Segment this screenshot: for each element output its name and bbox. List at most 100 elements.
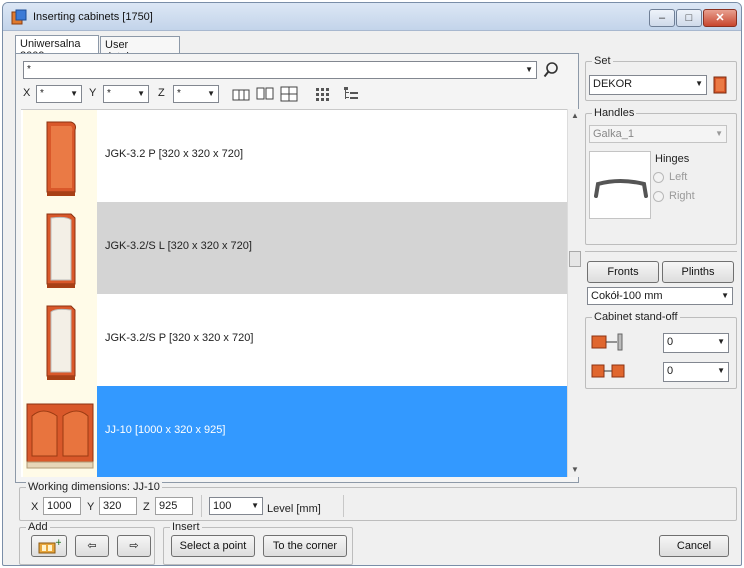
- double-door-cabinet-image: [26, 403, 94, 469]
- handle-preview: [589, 151, 651, 219]
- catalog-filter-combo[interactable]: * ▼: [23, 61, 537, 79]
- plinth-value: Cokół-100 mm: [591, 290, 663, 302]
- corner-cabinet-image: [46, 213, 76, 288]
- standoff-cabinet-combo[interactable]: 0 ▼: [663, 362, 729, 382]
- plinths-button[interactable]: Plinths: [662, 261, 734, 283]
- chevron-down-icon: ▼: [251, 501, 259, 510]
- window-title: Inserting cabinets [1750]: [33, 11, 153, 23]
- maximize-button[interactable]: □: [676, 9, 702, 27]
- working-x-label: X: [31, 501, 39, 513]
- chevron-down-icon: ▼: [695, 79, 703, 88]
- add-group-title: Add: [26, 521, 50, 533]
- to-corner-button[interactable]: To the corner: [263, 535, 347, 557]
- close-icon: ✕: [715, 12, 725, 24]
- minimize-button[interactable]: –: [649, 9, 675, 27]
- working-y-input[interactable]: 320: [99, 497, 137, 515]
- cabinet-list[interactable]: JGK-3.2 P [320 x 320 x 720] JGK-3.2/S L …: [21, 109, 567, 477]
- scroll-up-icon[interactable]: ▲: [568, 109, 582, 123]
- tree-view-icon[interactable]: [341, 85, 361, 103]
- chevron-down-icon: ▼: [717, 337, 725, 346]
- fronts-button[interactable]: Fronts: [587, 261, 659, 283]
- set-combo[interactable]: DEKOR ▼: [589, 75, 707, 95]
- list-item[interactable]: JGK-3.2 P [320 x 320 x 720]: [21, 110, 567, 202]
- chevron-down-icon: ▼: [70, 89, 78, 98]
- chevron-down-icon: ▼: [137, 89, 145, 98]
- cabinet-thumbnail: [23, 294, 97, 386]
- view-cabinets-icon[interactable]: [231, 85, 251, 103]
- list-item[interactable]: JGK-3.2/S L [320 x 320 x 720]: [21, 202, 567, 294]
- divider: [201, 495, 202, 517]
- divider: [343, 495, 344, 517]
- standoff-wall-icon: [591, 333, 623, 351]
- title-bar[interactable]: Inserting cabinets [1750] – □ ✕: [3, 3, 741, 31]
- filter-x-combo[interactable]: * ▼: [36, 85, 82, 103]
- level-value: 100: [213, 500, 232, 512]
- hinge-left-label: Left: [669, 171, 688, 183]
- corner-cabinet-image: [46, 121, 76, 196]
- cabinet-label: JGK-3.2 P [320 x 320 x 720]: [105, 148, 243, 160]
- set-group-title: Set: [592, 55, 613, 67]
- cabinet-label: JGK-3.2/S P [320 x 320 x 720]: [105, 332, 254, 344]
- filter-y-label: Y: [89, 87, 97, 99]
- level-label: Level [mm]: [267, 503, 321, 515]
- cabinet-thumbnail: [23, 110, 97, 202]
- handle-value: Galka_1: [593, 128, 634, 140]
- cancel-button[interactable]: Cancel: [659, 535, 729, 557]
- plinth-combo[interactable]: Cokół-100 mm ▼: [587, 287, 733, 305]
- standoff-cabinet-value: 0: [667, 365, 674, 377]
- level-combo[interactable]: 100 ▼: [209, 497, 263, 515]
- add-left-button[interactable]: ⇦: [75, 535, 109, 557]
- handle-image: [594, 179, 648, 198]
- tab-uniwersalna-2009[interactable]: Uniwersalna 2009: [15, 35, 99, 62]
- standoff-group-title: Cabinet stand-off: [592, 311, 680, 323]
- filter-y-value: *: [107, 88, 111, 99]
- tab-user-database[interactable]: User database: [100, 36, 180, 63]
- working-y-label: Y: [87, 501, 95, 513]
- chevron-down-icon: ▼: [715, 129, 723, 138]
- cabinet-thumbnail: [23, 386, 97, 477]
- set-value: DEKOR: [593, 78, 633, 90]
- cabinet-list-scrollbar[interactable]: ▲ ▼: [567, 109, 581, 477]
- close-button[interactable]: ✕: [703, 9, 737, 27]
- set-cabinet-icon[interactable]: [713, 76, 727, 94]
- search-icon[interactable]: [543, 61, 559, 79]
- working-z-input[interactable]: 925: [155, 497, 193, 515]
- view-fronts-icon[interactable]: [255, 85, 275, 103]
- standoff-wall-combo[interactable]: 0 ▼: [663, 333, 729, 353]
- app-icon: [11, 9, 27, 25]
- filter-y-combo[interactable]: * ▼: [103, 85, 149, 103]
- maximize-icon: □: [685, 12, 693, 24]
- working-z-label: Z: [143, 501, 150, 513]
- list-item[interactable]: JGK-3.2/S P [320 x 320 x 720]: [21, 294, 567, 386]
- filter-x-value: *: [40, 88, 44, 99]
- svg-text:+: +: [55, 538, 61, 548]
- add-right-button[interactable]: ⇨: [117, 535, 151, 557]
- arrow-left-icon: ⇦: [87, 540, 97, 552]
- working-x-input[interactable]: 1000: [43, 497, 81, 515]
- hinge-right-label: Right: [669, 190, 695, 202]
- scrollbar-thumb[interactable]: [569, 251, 581, 267]
- add-cabinet-button[interactable]: +: [31, 535, 67, 557]
- handles-group-title: Handles: [592, 107, 637, 119]
- add-cabinet-icon: +: [38, 538, 63, 554]
- working-dimensions-title: Working dimensions: JJ-10: [26, 481, 162, 493]
- cabinet-label: JJ-10 [1000 x 320 x 925]: [105, 424, 226, 436]
- minimize-icon: –: [658, 12, 666, 24]
- large-icons-view-icon[interactable]: [313, 85, 333, 103]
- hinge-left-radio[interactable]: [653, 172, 664, 183]
- divider: [585, 251, 737, 252]
- hinge-right-radio[interactable]: [653, 191, 664, 202]
- chevron-down-icon: ▼: [525, 65, 533, 74]
- handle-combo[interactable]: Galka_1 ▼: [589, 125, 727, 143]
- standoff-wall-value: 0: [667, 336, 674, 348]
- corner-cabinet-image: [46, 305, 76, 380]
- standoff-cabinet-icon: [591, 364, 625, 378]
- scroll-down-icon[interactable]: ▼: [568, 463, 582, 477]
- filter-z-combo[interactable]: * ▼: [173, 85, 219, 103]
- view-grid-icon[interactable]: [279, 85, 299, 103]
- list-item-selected[interactable]: JJ-10 [1000 x 320 x 925]: [21, 386, 567, 477]
- chevron-down-icon: ▼: [207, 89, 215, 98]
- chevron-down-icon: ▼: [717, 366, 725, 375]
- select-point-button[interactable]: Select a point: [171, 535, 255, 557]
- hinges-label: Hinges: [655, 153, 690, 165]
